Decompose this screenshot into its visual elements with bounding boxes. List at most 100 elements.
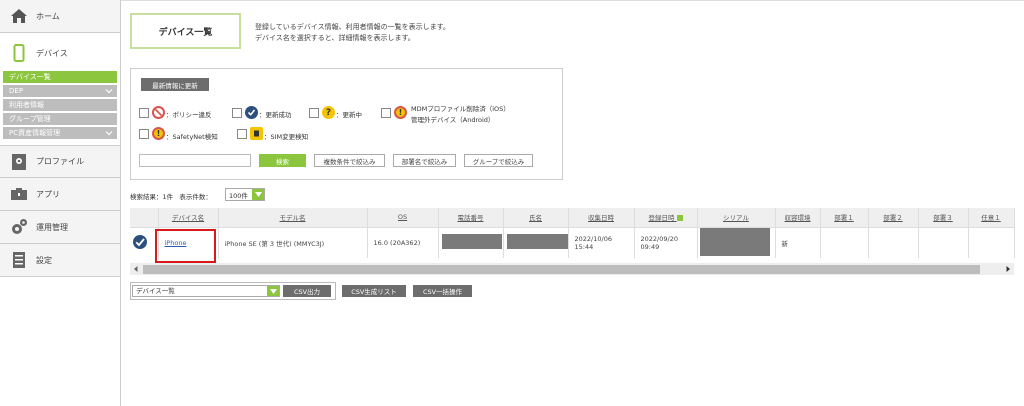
- nav-profile-label: プロファイル: [36, 157, 84, 166]
- chevron-down-icon: [252, 189, 264, 200]
- gear-icon: [9, 217, 29, 237]
- export-list-select[interactable]: デバイス一覧: [132, 285, 280, 297]
- alert-icon: !: [152, 127, 165, 140]
- nav-profile[interactable]: プロファイル: [0, 145, 120, 178]
- highlight-box: [155, 229, 216, 263]
- column-header-phone[interactable]: 電話番号: [438, 208, 504, 227]
- question-icon: ?: [322, 106, 335, 119]
- scrollbar-thumb[interactable]: [143, 265, 980, 274]
- sort-icon: [676, 215, 683, 222]
- sidebar-item-label: 利用者情報: [9, 101, 44, 109]
- export-list-value: デバイス一覧: [136, 287, 175, 295]
- status-cell: [130, 226, 159, 258]
- nav-operation[interactable]: 運用管理: [0, 211, 120, 244]
- per-page-value: 100件: [229, 191, 248, 200]
- sim-change-checkbox[interactable]: [237, 129, 247, 139]
- updating-checkbox[interactable]: [309, 108, 319, 118]
- nav-settings[interactable]: 設定: [0, 244, 120, 277]
- sidebar-item-user-info[interactable]: 利用者情報: [3, 99, 117, 111]
- column-header-dept2[interactable]: 部署２: [868, 208, 919, 227]
- collected-cell: 2022/10/06 15:44: [568, 226, 635, 258]
- sidebar-item-label: デバイス一覧: [9, 73, 51, 81]
- optional1-cell: [968, 226, 1015, 258]
- column-header-dept1[interactable]: 部署１: [820, 208, 869, 227]
- apps-icon: [9, 184, 29, 204]
- search-button[interactable]: 検索: [259, 154, 306, 167]
- sidebar-item-dep[interactable]: DEP: [3, 85, 117, 97]
- chevron-down-icon: [105, 89, 113, 94]
- nav-apps-label: アプリ: [36, 189, 60, 199]
- csv-generate-list-button[interactable]: CSV生成リスト: [342, 285, 406, 297]
- column-header-collected[interactable]: 収集日時: [568, 208, 635, 227]
- page-title: デバイス一覧: [130, 13, 241, 49]
- update-success-checkbox[interactable]: [232, 108, 242, 118]
- chevron-down-icon: [105, 131, 113, 136]
- column-header-name[interactable]: 氏名: [503, 208, 569, 227]
- page-description: デバイス名を選択すると、詳細情報を表示します。: [255, 34, 415, 42]
- sim-card-icon: [250, 127, 263, 140]
- sidebar-item-pc-assets[interactable]: PC資産情報管理: [3, 127, 117, 139]
- os-cell: 16.0 (20A362): [367, 226, 439, 258]
- column-header-device-name[interactable]: デバイス名: [158, 208, 219, 227]
- column-header-serial[interactable]: シリアル: [697, 208, 776, 227]
- update-success-label: ：更新成功: [259, 111, 292, 119]
- horizontal-scrollbar[interactable]: [130, 263, 1014, 275]
- per-page-select[interactable]: 100件: [225, 188, 265, 201]
- unmanaged-device-label: 管理外デバイス（Android）: [411, 116, 495, 124]
- policy-violation-checkbox[interactable]: [139, 108, 149, 118]
- nav-settings-label: 設定: [36, 255, 52, 265]
- name-cell: [503, 226, 569, 258]
- multi-condition-filter-button[interactable]: 複数条件で絞込み: [314, 154, 385, 167]
- sidebar-item-label: PC資産情報管理: [9, 129, 61, 137]
- redacted-name: [506, 234, 568, 250]
- nav-device[interactable]: デバイス: [0, 35, 120, 71]
- column-header-dept3[interactable]: 部署３: [918, 208, 969, 227]
- mdm-removed-label: MDMプロファイル削除済（iOS）: [411, 105, 510, 113]
- select-column-header: [130, 208, 159, 227]
- page-description: 登録しているデバイス情報、利用者情報の一覧を表示します。: [255, 23, 450, 31]
- main-content: デバイス一覧 登録しているデバイス情報、利用者情報の一覧を表示します。 デバイス…: [121, 0, 1024, 406]
- scroll-right-icon[interactable]: [1004, 265, 1012, 273]
- refresh-button[interactable]: 最新情報に更新: [141, 78, 209, 91]
- sim-change-label: ：SIM変更検知: [264, 133, 309, 141]
- keyword-input[interactable]: [139, 154, 251, 167]
- table-header-row: デバイス名 モデル名 OS 電話番号 氏名 収集日時 登録日時 シリアル 収容環…: [130, 208, 1015, 227]
- dept2-cell: [868, 226, 919, 258]
- scroll-left-icon[interactable]: [132, 265, 140, 273]
- home-icon: [9, 6, 29, 26]
- department-filter-button[interactable]: 部署名で絞込み: [393, 154, 456, 167]
- check-circle-icon: [245, 106, 258, 119]
- profile-icon: [9, 152, 29, 172]
- sidebar: ホーム デバイス デバイス一覧 DEP 利用者情報 グループ管理 PC資産情報管…: [0, 0, 121, 406]
- model-cell: iPhone SE (第 3 世代) (MMYC3J): [218, 226, 368, 258]
- mdm-unmanaged-checkbox[interactable]: [381, 108, 391, 118]
- safetynet-checkbox[interactable]: [139, 129, 149, 139]
- csv-export-button[interactable]: CSV出力: [283, 285, 331, 297]
- smartphone-icon: [9, 43, 29, 63]
- updating-label: ：更新中: [336, 111, 362, 119]
- prohibited-icon: [152, 106, 165, 119]
- sidebar-item-label: DEP: [9, 87, 24, 95]
- group-filter-button[interactable]: グループで絞込み: [464, 154, 533, 167]
- column-header-environment[interactable]: 収容環境: [775, 208, 821, 227]
- check-circle-icon: [133, 234, 147, 249]
- sidebar-item-label: グループ管理: [9, 115, 51, 123]
- registered-cell: 2022/09/20 09:49: [634, 226, 698, 258]
- column-header-registered[interactable]: 登録日時: [634, 208, 698, 227]
- column-header-optional1[interactable]: 任意１: [968, 208, 1015, 227]
- nav-operation-label: 運用管理: [36, 222, 68, 232]
- environment-cell: 新: [775, 226, 821, 258]
- redacted-serial: [699, 227, 770, 256]
- csv-bulk-operation-button[interactable]: CSV一括操作: [413, 285, 472, 297]
- policy-violation-label: ：ポリシー違反: [166, 111, 212, 119]
- column-header-os[interactable]: OS: [367, 208, 439, 227]
- device-table: デバイス名 モデル名 OS 電話番号 氏名 収集日時 登録日時 シリアル 収容環…: [130, 208, 1015, 258]
- nav-apps[interactable]: アプリ: [0, 178, 120, 211]
- sidebar-item-group[interactable]: グループ管理: [3, 113, 117, 125]
- sidebar-item-device-list[interactable]: デバイス一覧: [3, 71, 117, 83]
- nav-home[interactable]: ホーム: [0, 0, 120, 33]
- column-header-model[interactable]: モデル名: [218, 208, 368, 227]
- dept3-cell: [918, 226, 969, 258]
- safetynet-label: ：SafetyNet検知: [166, 133, 218, 141]
- redacted-phone: [441, 234, 502, 250]
